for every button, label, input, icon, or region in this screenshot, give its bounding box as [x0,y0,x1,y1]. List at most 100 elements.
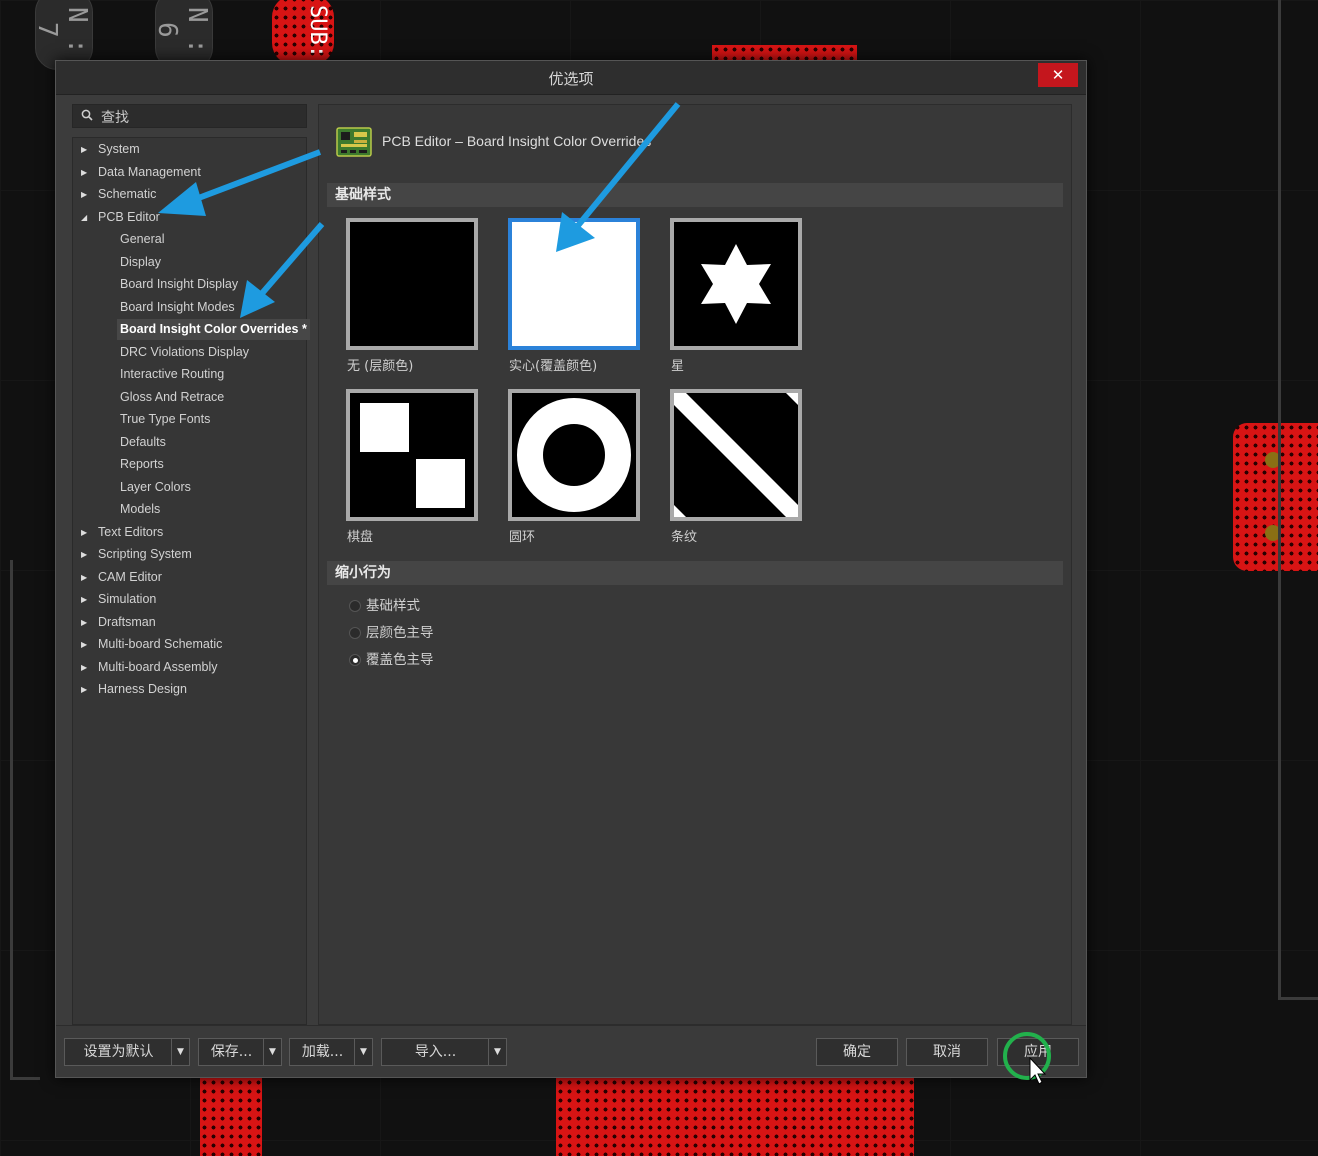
tree-item-label: Text Editors [98,524,164,539]
dialog-titlebar[interactable]: 优选项 ✕ [56,61,1086,95]
tree-item[interactable]: Gloss And Retrace [73,387,306,408]
load-split-button[interactable]: 加载... ▼ [289,1038,373,1066]
tree-item[interactable]: ▶ Schematic [73,184,306,205]
tree-item-label: Board Insight Color Overrides * [117,319,310,340]
tree-item-label: System [98,142,140,156]
import-button[interactable]: 导入... [382,1039,489,1065]
chevron-right-icon[interactable]: ▶ [81,679,91,700]
pattern-label-star: 星 [671,359,685,374]
pcb-trace [10,560,40,1080]
section-header-base-style: 基础样式 [327,183,1063,207]
close-button[interactable]: ✕ [1038,63,1078,87]
radio-label: 层颜色主导 [366,625,434,641]
tree-item-label: True Type Fonts [120,412,211,426]
tree-item[interactable]: Layer Colors [73,477,306,498]
tree-item[interactable]: Models [73,499,306,520]
tree-item-label: Schematic [98,187,157,201]
chevron-down-icon[interactable]: ▼ [171,1039,189,1065]
load-button[interactable]: 加载... [290,1039,355,1065]
tree-item[interactable]: ▶ Draftsman [73,612,306,633]
pattern-tile-none[interactable] [346,218,478,350]
stripe-icon [674,393,798,517]
radio-indicator [349,627,361,639]
tree-item-label: Multi-board Schematic [98,637,223,651]
tree-item[interactable]: ▶ CAM Editor [73,567,306,588]
chevron-down-icon[interactable]: ▼ [354,1039,372,1065]
tree-item[interactable]: ▶ System [73,139,306,160]
tree-item[interactable]: ▶ Data Management [73,162,306,183]
tree-item-label: Multi-board Assembly [98,659,218,674]
pattern-tile-stripe[interactable] [670,389,802,521]
tree-item-label: Models [120,502,161,516]
pattern-tile-star[interactable] [670,218,802,350]
ok-button[interactable]: 确定 [816,1038,898,1066]
pcb-pad [200,1078,262,1156]
chevron-right-icon[interactable]: ▶ [81,589,91,610]
silkscreen-label: SUB: [305,4,330,58]
pattern-tile-checker[interactable] [346,389,478,521]
radio-indicator-checked [349,654,361,666]
tree-item[interactable]: Display [73,252,306,273]
page-content: PCB Editor – Board Insight Color Overrid… [318,104,1072,1025]
tree-item[interactable]: True Type Fonts [73,409,306,430]
pattern-tile-solid[interactable] [508,218,640,350]
chevron-down-icon[interactable]: ▼ [488,1039,506,1065]
tree-item[interactable]: ▶ Text Editors [73,522,306,543]
tree-item-label: DRC Violations Display [120,344,249,359]
chevron-right-icon[interactable]: ▶ [81,567,91,588]
pcb-trace [1278,0,1318,1000]
tree-item[interactable]: ▶ Scripting System [73,544,306,565]
tree-item[interactable]: Board Insight Modes [73,297,306,318]
chevron-right-icon[interactable]: ▶ [81,634,91,655]
tree-item-label: CAM Editor [98,569,162,584]
tree-item-label: Scripting System [98,547,192,561]
tree-item[interactable]: ▶ Harness Design [73,679,306,700]
tree-item-label: Simulation [98,592,157,606]
search-input[interactable]: 查找 [72,104,307,128]
pattern-tile-ring[interactable] [508,389,640,521]
tree-item[interactable]: Defaults [73,432,306,453]
tree-item[interactable]: ◢ PCB Editor [73,207,306,228]
tree-item-label: Harness Design [98,682,187,696]
tree-item[interactable]: ▶ Simulation [73,589,306,610]
ring-icon [517,398,631,512]
set-default-split-button[interactable]: 设置为默认 ▼ [64,1038,190,1066]
save-button[interactable]: 保存... [199,1039,264,1065]
tree-item[interactable]: Board Insight Display [73,274,306,295]
chevron-right-icon[interactable]: ▶ [81,184,91,205]
pattern-label-checker: 棋盘 [347,530,374,545]
search-placeholder: 查找 [101,110,129,126]
page-title: PCB Editor – Board Insight Color Overrid… [382,133,652,149]
radio-indicator [349,600,361,612]
save-split-button[interactable]: 保存... ▼ [198,1038,282,1066]
tree-item[interactable]: ▶ Multi-board Assembly [73,657,306,678]
dialog-footer: 设置为默认 ▼ 保存... ▼ 加载... ▼ 导入... ▼ 确定 取消 应用 [56,1025,1086,1077]
cancel-button[interactable]: 取消 [906,1038,988,1066]
pattern-label-stripe: 条纹 [671,530,698,545]
dialog-title: 优选项 [548,70,594,88]
tree-item-label: Board Insight Modes [120,299,235,314]
chevron-right-icon[interactable]: ▶ [81,522,91,543]
tree-item[interactable]: General [73,229,306,250]
chevron-right-icon[interactable]: ▶ [81,612,91,633]
set-default-button[interactable]: 设置为默认 [65,1039,172,1065]
chevron-right-icon[interactable]: ▶ [81,162,91,183]
tree-item[interactable]: Interactive Routing [73,364,306,385]
chevron-right-icon[interactable]: ▶ [81,544,91,565]
checkerboard-icon [360,403,465,508]
tree-item-label: Data Management [98,164,201,179]
tree-item[interactable]: DRC Violations Display [73,342,306,363]
tree-item[interactable]: Board Insight Color Overrides * [73,319,310,340]
tree-item-label: General [120,232,165,246]
chevron-expanded-icon[interactable]: ◢ [81,207,91,228]
pcb-workspace-background: N : 7 N : 6 SUB: 优选项 ✕ 查找 ▶ System ▶ Data M… [0,0,1318,1156]
chevron-down-icon[interactable]: ▼ [263,1039,281,1065]
chevron-right-icon[interactable]: ▶ [81,657,91,678]
tree-item[interactable]: Reports [73,454,306,475]
chevron-right-icon[interactable]: ▶ [81,139,91,160]
radio-label: 基础样式 [366,598,420,614]
tree-item[interactable]: ▶ Multi-board Schematic [73,634,306,655]
apply-button[interactable]: 应用 [997,1038,1079,1066]
section-header-zoom-behavior: 缩小行为 [327,561,1063,585]
import-split-button[interactable]: 导入... ▼ [381,1038,507,1066]
